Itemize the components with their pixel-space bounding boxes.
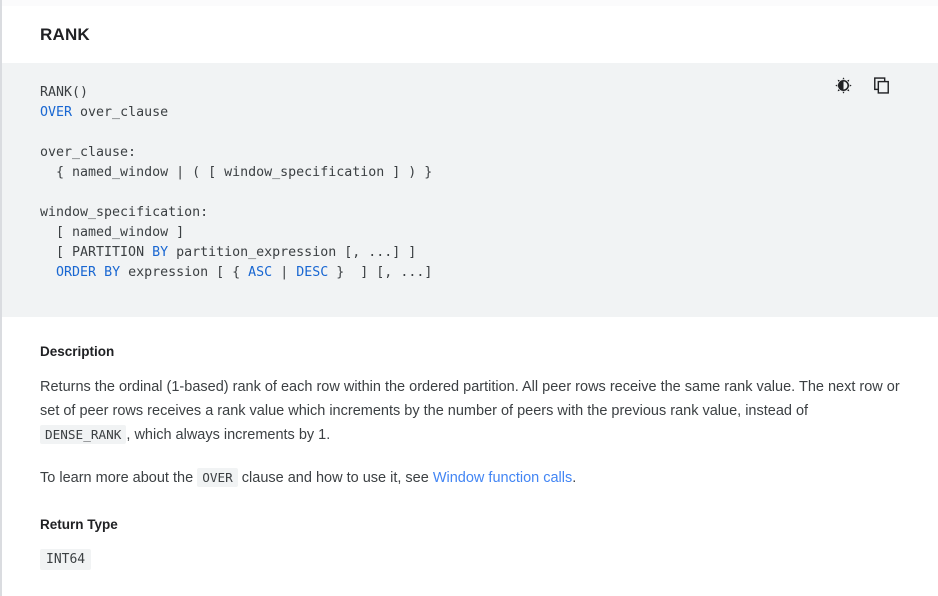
description-paragraph-2: To learn more about the OVER clause and … bbox=[40, 466, 900, 490]
code-keyword: DESC bbox=[296, 265, 329, 280]
code-block-actions bbox=[832, 74, 892, 96]
inline-code-over: OVER bbox=[197, 468, 238, 487]
return-type-value-wrap: INT64 bbox=[40, 549, 900, 570]
code-text: [ PARTITION bbox=[40, 245, 153, 260]
code-text: RANK() bbox=[40, 85, 89, 100]
return-type-value: INT64 bbox=[40, 549, 92, 570]
page-title: RANK bbox=[40, 25, 90, 44]
description-text-part2: , which always increments by 1. bbox=[126, 427, 331, 443]
learn-more-text-part3: . bbox=[572, 470, 577, 486]
code-text: partition_expression [, ...] ] bbox=[168, 245, 417, 260]
code-text: | bbox=[272, 265, 297, 280]
description-heading: Description bbox=[40, 344, 115, 359]
description-paragraph-1: Returns the ordinal (1-based) rank of ea… bbox=[40, 375, 900, 447]
inline-code-dense-rank: DENSE_RANK bbox=[40, 425, 127, 444]
window-function-calls-link[interactable]: Window function calls bbox=[433, 470, 572, 486]
syntax-code-block: RANK() OVER over_clause over_clause: { n… bbox=[2, 63, 938, 317]
syntax-code[interactable]: RANK() OVER over_clause over_clause: { n… bbox=[40, 83, 900, 283]
learn-more-text-part2: clause and how to use it, see bbox=[237, 470, 433, 486]
reference-page: RANK RANK() OVER over_clause over_clause… bbox=[2, 0, 938, 596]
copy-icon[interactable] bbox=[870, 74, 892, 96]
code-keyword: OVER bbox=[40, 105, 73, 120]
code-text: window_specification: bbox=[40, 205, 209, 220]
return-type-heading: Return Type bbox=[40, 517, 118, 532]
code-keyword: BY bbox=[104, 265, 121, 280]
code-keyword: ASC bbox=[248, 265, 273, 280]
code-keyword: ORDER bbox=[56, 265, 97, 280]
code-text: over_clause: bbox=[40, 145, 137, 160]
description-text-part1: Returns the ordinal (1-based) rank of ea… bbox=[40, 379, 900, 419]
code-text: expression [ { bbox=[120, 265, 249, 280]
brightness-icon[interactable] bbox=[832, 74, 854, 96]
code-text: { named_window | ( [ window_specificatio… bbox=[40, 165, 433, 180]
code-keyword: BY bbox=[152, 245, 169, 260]
article-body: Description Returns the ordinal (1-based… bbox=[2, 317, 938, 570]
code-text: } ] [, ...] bbox=[328, 265, 433, 280]
code-text: over_clause bbox=[72, 105, 169, 120]
code-text: [ named_window ] bbox=[40, 225, 185, 240]
learn-more-text-part1: To learn more about the bbox=[40, 470, 198, 486]
